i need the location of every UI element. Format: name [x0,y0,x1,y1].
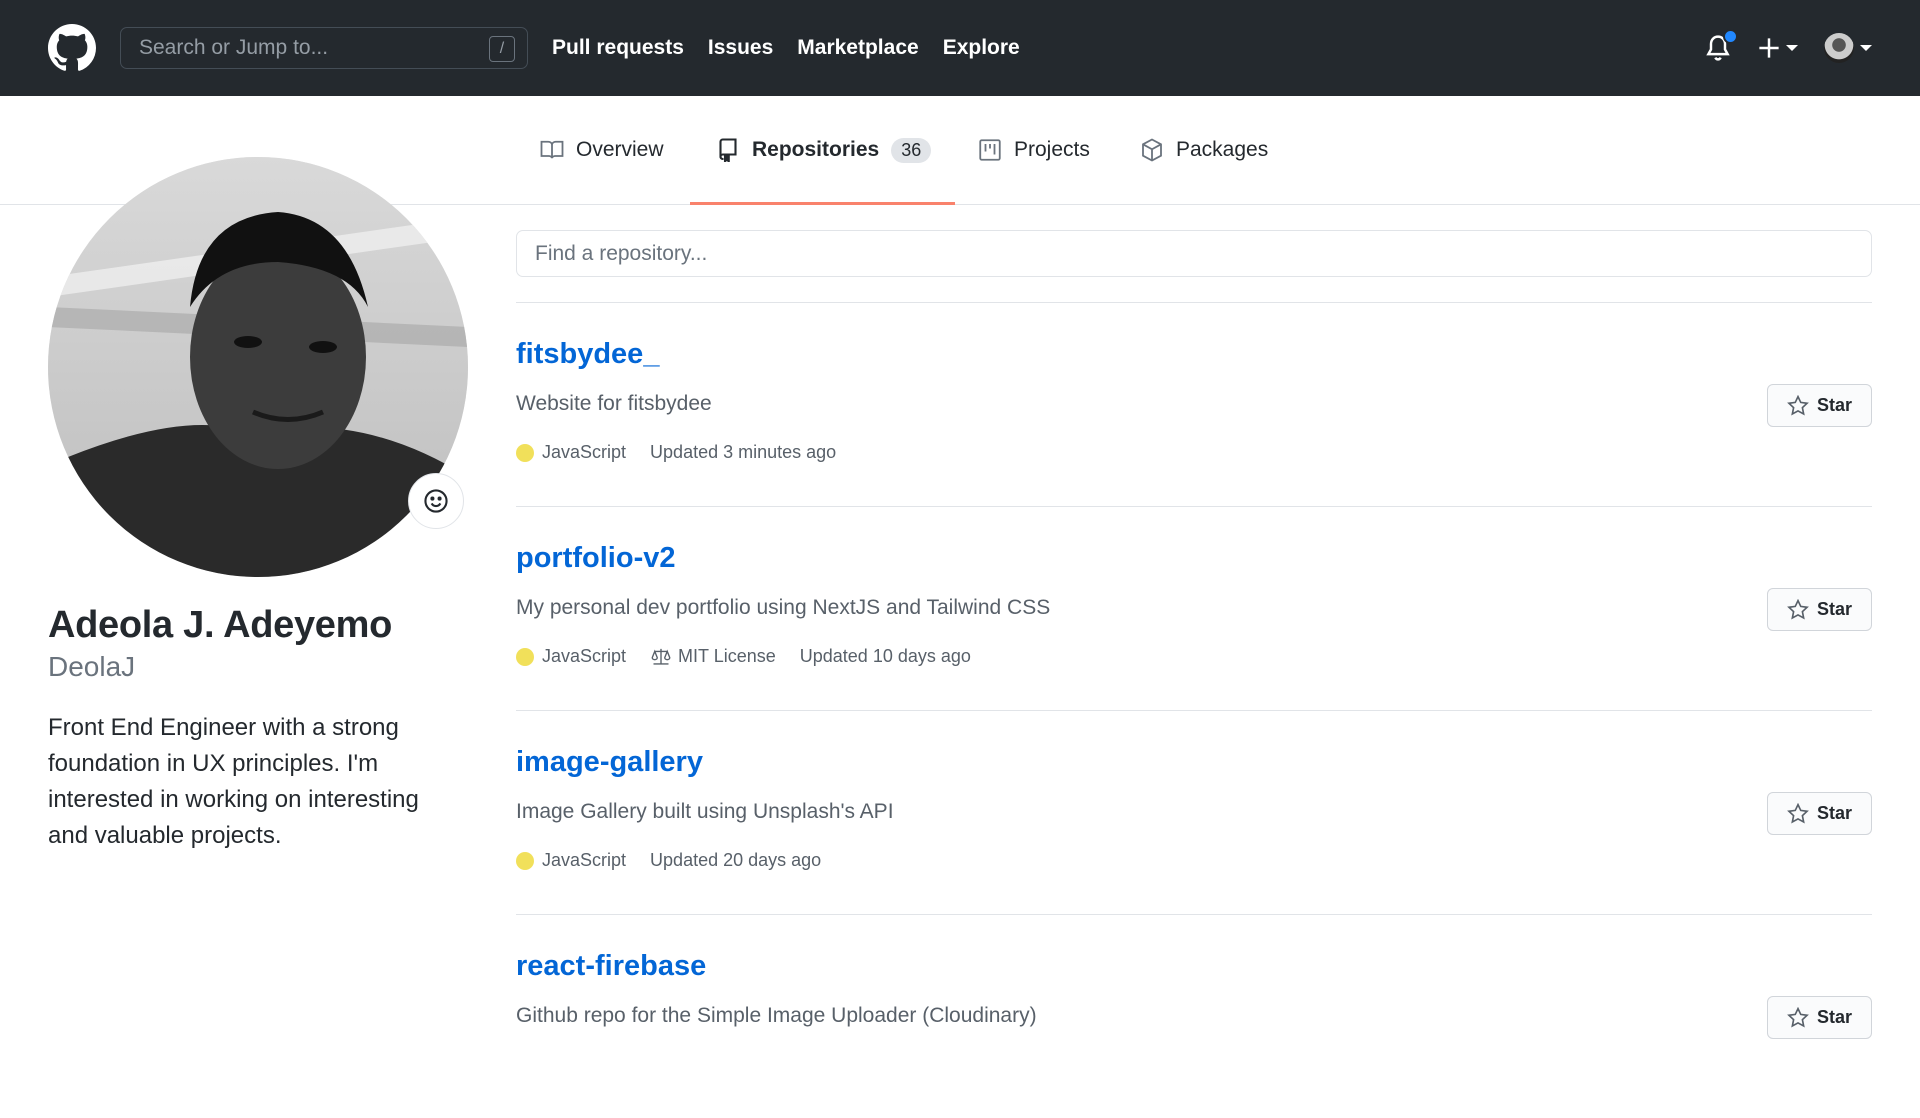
repo-meta: JavaScript Updated 20 days ago [516,850,845,871]
star-button[interactable]: Star [1767,996,1872,1039]
language-label: JavaScript [542,646,627,666]
set-status-button[interactable] [408,473,464,529]
user-menu-dropdown[interactable] [1824,33,1872,63]
repo-language: JavaScript [516,850,626,871]
language-label: JavaScript [542,442,627,462]
star-label: Star [1816,1007,1852,1027]
repository-search-input[interactable] [517,231,1871,276]
notifications-button[interactable] [1704,29,1738,63]
nav-marketplace[interactable]: Marketplace [797,36,918,60]
repo-updated: Updated 3 minutes ago [650,442,837,462]
user-avatar [1824,33,1854,63]
repo-name-link[interactable]: image-gallery [516,746,703,779]
nav-issues[interactable]: Issues [708,36,773,60]
star-label: Star [1816,803,1852,823]
repo-icon [719,138,737,162]
repo-language: JavaScript [516,442,626,463]
notification-indicator [1723,29,1738,44]
repository-search[interactable] [516,230,1872,277]
header-actions [1704,0,1872,96]
tab-packages[interactable]: Packages [1140,96,1268,204]
star-icon [1787,802,1809,824]
profile-username: DeolaJ [48,651,136,682]
tab-projects[interactable]: Projects [978,96,1090,204]
star-icon [1787,1006,1809,1028]
repo-description: Website for fitsbydee [516,392,712,415]
repo-name-link[interactable]: portfolio-v2 [516,542,676,575]
tab-overview[interactable]: Overview [540,96,664,204]
tab-label: Projects [1014,138,1090,161]
repo-updated: Updated 10 days ago [799,646,971,666]
nav-explore[interactable]: Explore [943,36,1020,60]
chevron-down-icon [1860,45,1872,51]
star-button[interactable]: Star [1767,384,1872,427]
global-header: / Pull requests Issues Marketplace Explo… [0,0,1920,96]
repo-list-item: image-gallery Image Gallery built using … [516,710,1872,914]
language-label: JavaScript [542,850,627,870]
header-nav: Pull requests Issues Marketplace Explore [552,0,1020,96]
profile-bio: Front End Engineer with a strong foundat… [48,714,419,849]
project-icon [979,139,1001,161]
create-new-dropdown[interactable] [1758,37,1798,59]
license-label: MIT License [678,646,776,666]
repo-description: Image Gallery built using Unsplash's API [516,800,894,823]
profile-full-name: Adeola J. Adeyemo [48,604,393,646]
repo-list-item: react-firebase Github repo for the Simpl… [516,914,1872,1118]
chevron-down-icon [1786,45,1798,51]
repo-name-link[interactable]: react-firebase [516,950,706,983]
smiley-icon [424,489,448,513]
repositories-count-badge: 36 [891,137,932,163]
global-search[interactable]: / [120,27,528,69]
language-color-dot [516,851,534,870]
profile-photo [48,157,468,577]
repo-meta: JavaScript MIT License Updated 10 days a… [516,646,995,667]
nav-pull-requests[interactable]: Pull requests [552,36,684,60]
repo-list-item: portfolio-v2 My personal dev portfolio u… [516,506,1872,710]
package-icon [1142,138,1162,162]
star-icon [1787,598,1809,620]
global-search-input[interactable] [139,28,479,68]
repo-meta: JavaScript Updated 3 minutes ago [516,442,860,463]
repo-list-item: fitsbydee_ Website for fitsbydee JavaScr… [516,302,1872,506]
repo-language: JavaScript [516,646,626,667]
tab-label: Overview [576,138,664,161]
repo-description: Github repo for the Simple Image Uploade… [516,1004,1037,1027]
repo-description: My personal dev portfolio using NextJS a… [516,596,1051,619]
repo-license: MIT License [650,646,776,667]
law-icon [651,648,671,665]
plus-icon [1759,38,1779,58]
star-label: Star [1816,395,1852,415]
repo-updated: Updated 20 days ago [650,850,822,870]
search-shortcut-hint: / [489,36,515,62]
tab-label: Packages [1176,138,1269,161]
language-color-dot [516,443,534,462]
star-button[interactable]: Star [1767,792,1872,835]
star-label: Star [1816,599,1852,619]
tab-repositories[interactable]: Repositories 36 [689,96,956,205]
repo-name-link[interactable]: fitsbydee_ [516,338,659,371]
book-icon [540,140,564,159]
language-color-dot [516,647,534,666]
github-logo-icon[interactable] [48,24,96,72]
tab-label: Repositories [752,138,880,161]
star-icon [1787,394,1809,416]
star-button[interactable]: Star [1767,588,1872,631]
profile-avatar[interactable] [48,157,468,577]
